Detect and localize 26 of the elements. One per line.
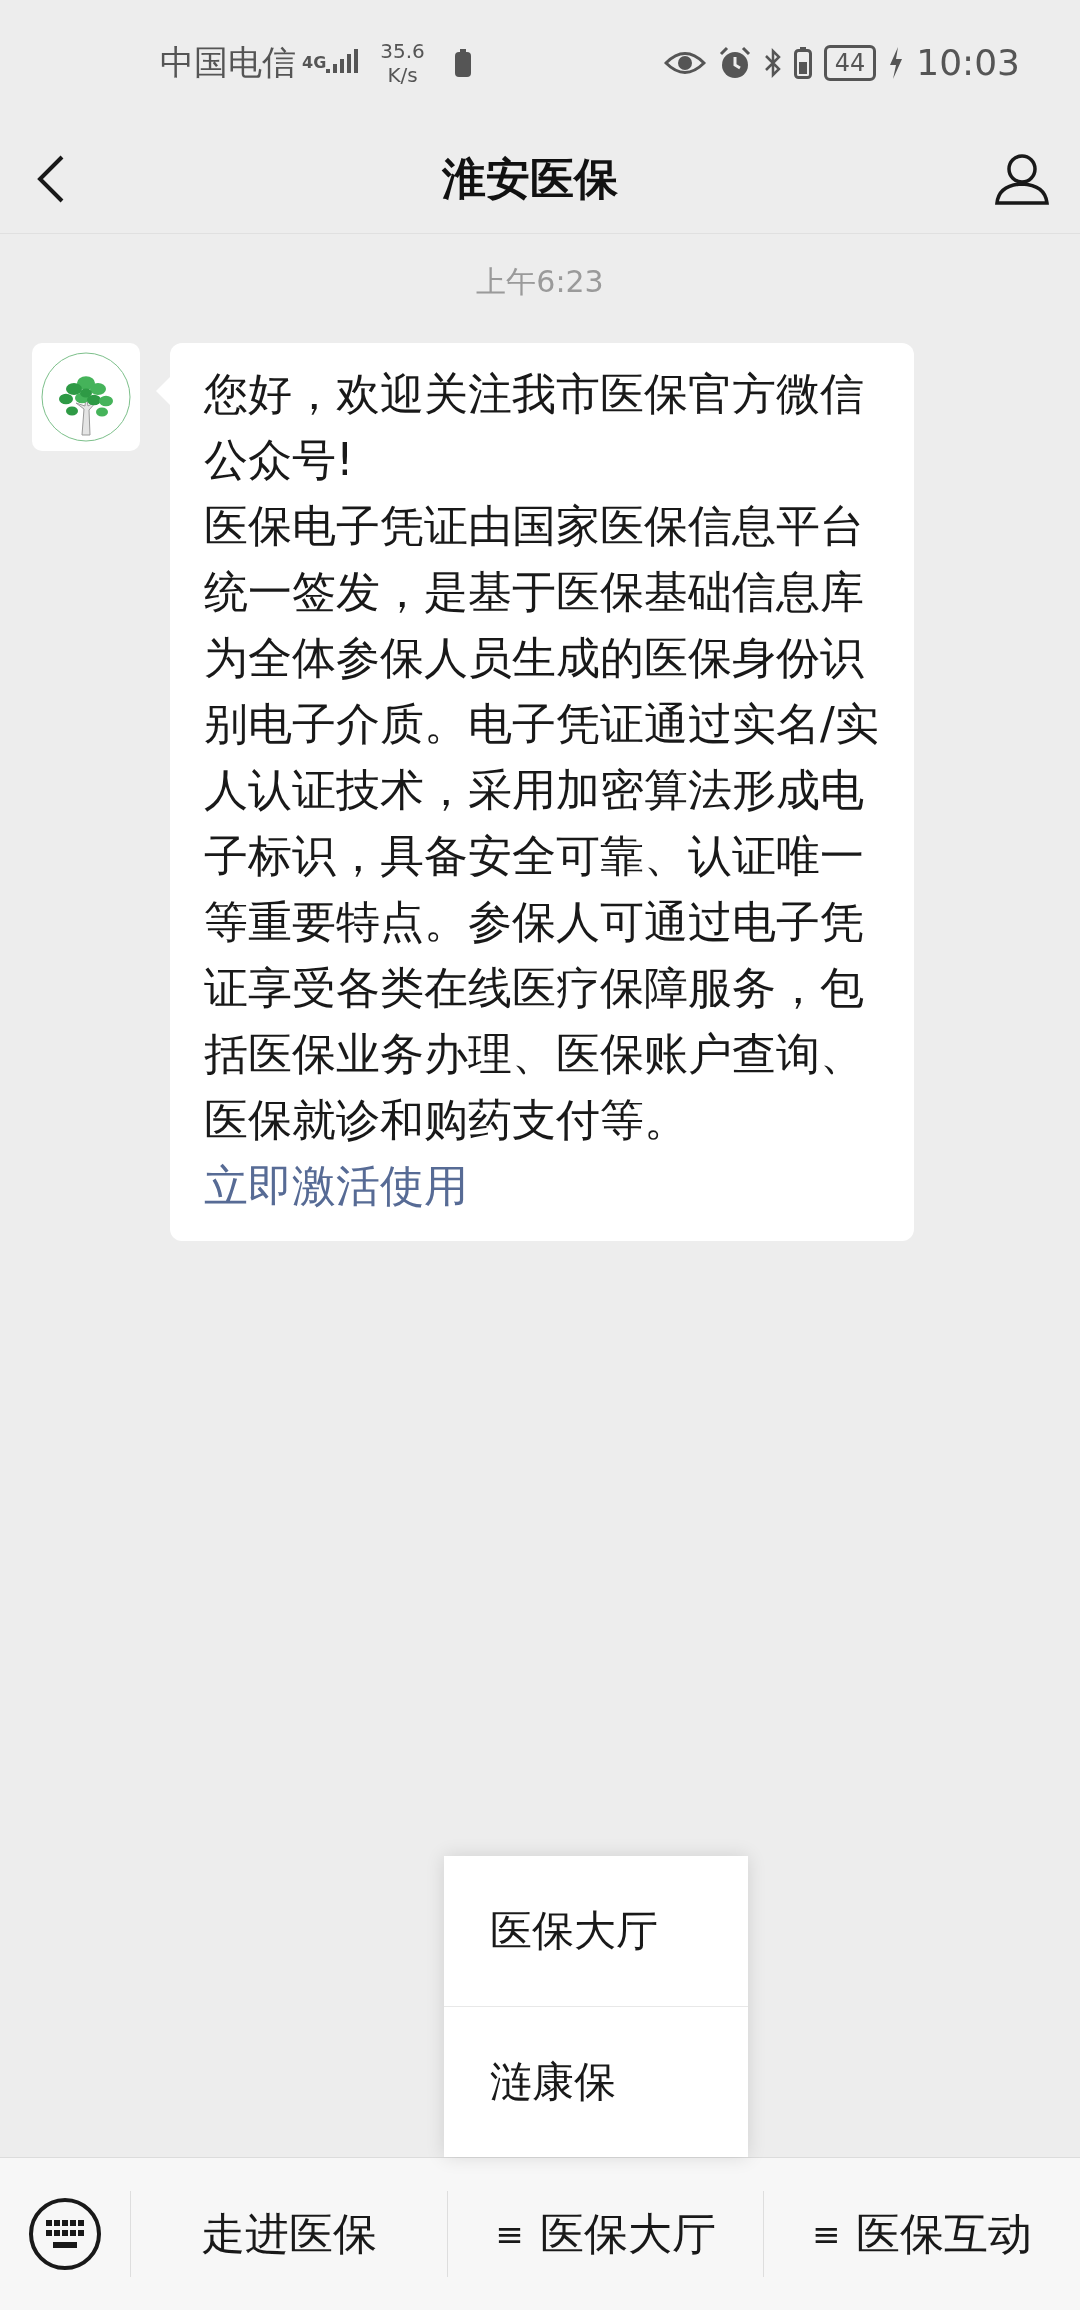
network-speed: 35.6 [380, 38, 425, 63]
menu-icon: ≡ [495, 2214, 524, 2254]
keyboard-icon[interactable] [28, 2197, 102, 2271]
battery-level: 44 [823, 44, 877, 81]
back-icon[interactable] [36, 154, 66, 204]
alarm-icon [717, 45, 752, 80]
message-text: 您好，欢迎关注我市医保官方微信公众号! [204, 367, 865, 487]
clock-time: 10:03 [916, 42, 1020, 83]
network-type: 4G [302, 53, 327, 72]
bluetooth-icon [763, 46, 782, 79]
chat-title: 淮安医保 [442, 151, 618, 206]
message-text: 医保电子凭证由国家医保信息平台统一签发，是基于医保基础信息库为全体参保人员生成的医保身份识别电子介质。电子凭证通过实名/实人认证技术，采用加密算法形成电子标识，具备安全可靠、认证唯一等重要特点。参保人可通过电子凭证享受各类在线医疗保障服务，包括医保业务办理、医保账户查询、医保就诊和购药支付等。 立即激活使用 [204, 499, 880, 1213]
menu-tab[interactable]: 走进医保 [130, 2191, 447, 2277]
menu-icon: ≡ [811, 2214, 841, 2254]
submenu-item[interactable]: 医保大厅 [444, 1856, 748, 2006]
profile-icon[interactable] [994, 153, 1050, 205]
message-timestamp: 上午6:23 [476, 263, 604, 301]
speed-unit: K/s [387, 62, 418, 87]
activate-link[interactable]: 立即激活使用 [204, 1160, 468, 1211]
carrier-name: 中国电信 [160, 40, 296, 84]
menu-tab[interactable]: ≡ 医保互动 [763, 2191, 1080, 2277]
eye-icon [663, 49, 706, 76]
battery-saver-icon [454, 48, 471, 77]
charging-icon [888, 46, 905, 79]
battery-saver-icon [793, 46, 812, 79]
menu-tab[interactable]: ≡ 医保大厅 [446, 2191, 764, 2277]
